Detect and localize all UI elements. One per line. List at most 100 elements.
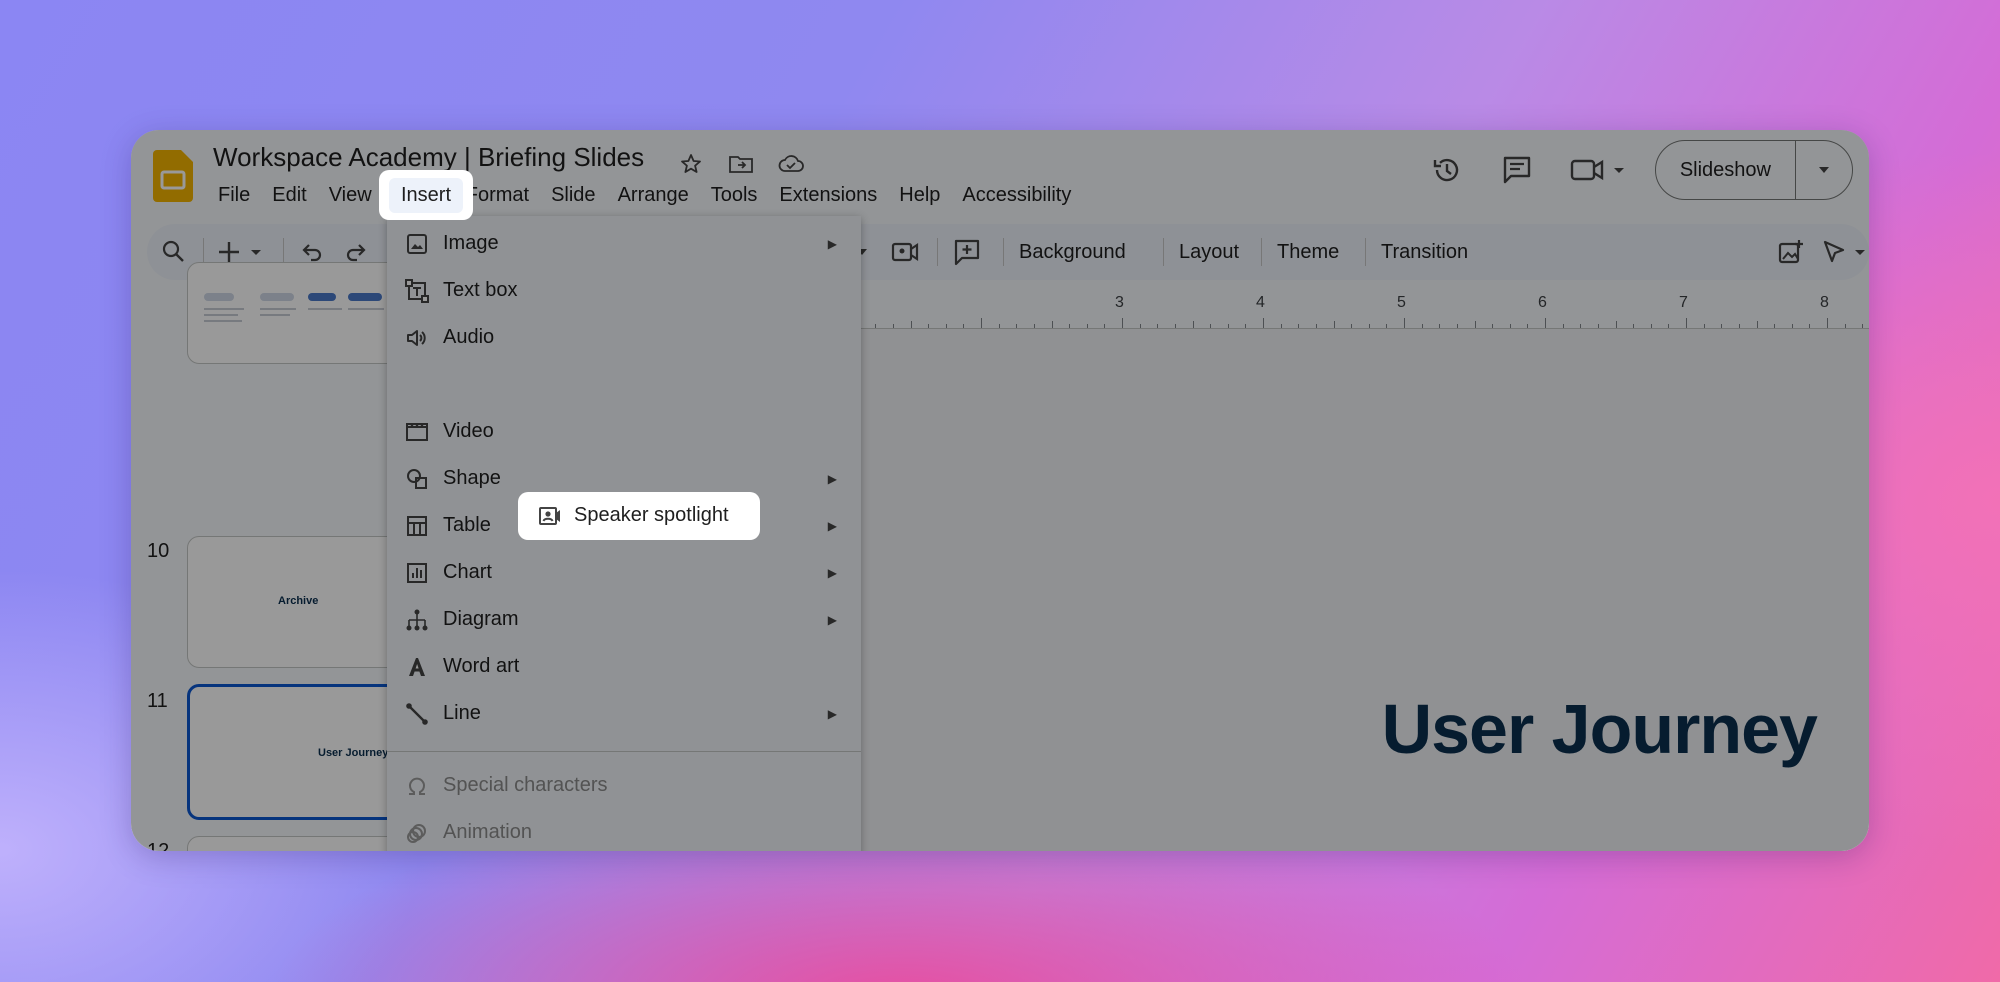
- ruler-number: 4: [1256, 294, 1265, 311]
- slide-thumbnail[interactable]: [187, 836, 399, 851]
- slide-number: 12: [147, 840, 170, 851]
- horizontal-ruler: 3 4 5 6 7 8 9: [855, 290, 1869, 329]
- ruler-tick: [1686, 318, 1687, 328]
- meet-icon[interactable]: [1563, 146, 1633, 194]
- ruler-tick: [1844, 324, 1846, 328]
- background-button[interactable]: Background: [1019, 224, 1126, 280]
- ruler-tick: [1809, 324, 1811, 328]
- slideshow-label[interactable]: Slideshow: [1656, 141, 1795, 199]
- ruler-tick: [1721, 324, 1723, 328]
- menu-arrange[interactable]: Arrange: [607, 176, 700, 215]
- ruler-tick: [1404, 318, 1405, 328]
- slide-thumbnail-archive[interactable]: Archive: [187, 536, 399, 668]
- ruler-tick: [1615, 321, 1617, 328]
- ruler-tick: [1474, 321, 1476, 328]
- ruler-tick: [1597, 324, 1599, 328]
- ruler-tick: [1051, 321, 1053, 328]
- ruler-tick: [910, 321, 912, 328]
- transition-button[interactable]: Transition: [1381, 224, 1468, 280]
- search-menus-icon[interactable]: [161, 224, 187, 280]
- slide-number: 10: [147, 540, 170, 562]
- ruler-tick: [1227, 324, 1229, 328]
- slideshow-button[interactable]: Slideshow: [1654, 140, 1853, 200]
- menu-tools[interactable]: Tools: [700, 176, 769, 215]
- ruler-number: 5: [1397, 294, 1406, 311]
- ruler-tick: [1351, 324, 1353, 328]
- ruler-tick: [1122, 318, 1123, 328]
- menu-edit[interactable]: Edit: [261, 176, 317, 215]
- ruler-tick: [963, 324, 965, 328]
- ruler-tick: [1756, 321, 1758, 328]
- slide-filmstrip: 10 Archive 11 User Journey 12: [131, 262, 403, 851]
- ruler-tick: [1668, 324, 1670, 328]
- ruler-tick: [981, 318, 982, 328]
- ruler-tick: [1527, 324, 1529, 328]
- ruler-number: 8: [1820, 294, 1829, 311]
- ruler-number: 3: [1115, 294, 1124, 311]
- ruler-tick: [1157, 324, 1159, 328]
- ruler-tick: [1650, 324, 1652, 328]
- ruler-tick: [1086, 324, 1088, 328]
- menu-view[interactable]: View: [318, 176, 383, 215]
- menu-insert-label: Insert: [388, 177, 464, 213]
- slides-window: Workspace Academy | Briefing Slides File…: [131, 130, 1869, 851]
- ruler-tick: [1827, 318, 1828, 328]
- ruler-tick: [1421, 324, 1423, 328]
- thumbnail-title: Archive: [278, 595, 319, 607]
- history-icon[interactable]: [1423, 146, 1471, 194]
- menu-insert[interactable]: Insert: [379, 170, 473, 220]
- ruler-tick: [1774, 324, 1776, 328]
- document-title[interactable]: Workspace Academy | Briefing Slides: [213, 142, 644, 173]
- ruler-tick: [1562, 324, 1564, 328]
- select-tool-icon[interactable]: [1821, 224, 1869, 280]
- slides-logo-icon[interactable]: [153, 150, 193, 202]
- ruler-tick: [1633, 324, 1635, 328]
- ruler-tick: [1174, 324, 1176, 328]
- layout-button[interactable]: Layout: [1179, 224, 1239, 280]
- ruler-tick: [1791, 324, 1793, 328]
- menu-slide[interactable]: Slide: [540, 176, 606, 215]
- ruler-tick: [892, 324, 894, 328]
- ruler-tick: [1033, 324, 1035, 328]
- slide-canvas[interactable]: User Journey: [855, 329, 1869, 851]
- ruler-tick: [1545, 318, 1546, 328]
- menu-extensions[interactable]: Extensions: [768, 176, 888, 215]
- slide-title[interactable]: User Journey: [1382, 689, 1818, 769]
- ruler-tick: [1298, 324, 1300, 328]
- ruler-tick: [1069, 324, 1071, 328]
- slide-number: 11: [147, 690, 168, 712]
- ruler-tick: [1386, 324, 1388, 328]
- ruler-tick: [1456, 324, 1458, 328]
- slideshow-dropdown-icon[interactable]: [1795, 141, 1852, 199]
- ruler-tick: [1016, 324, 1018, 328]
- menu-help[interactable]: Help: [888, 176, 951, 215]
- ruler-tick: [1315, 324, 1317, 328]
- ruler-tick: [875, 324, 877, 328]
- add-comment-icon[interactable]: [953, 224, 981, 280]
- ruler-tick: [1580, 324, 1582, 328]
- ruler-tick: [1862, 324, 1864, 328]
- ruler-tick: [1703, 324, 1705, 328]
- ruler-tick: [998, 324, 1000, 328]
- ruler-tick: [1210, 324, 1212, 328]
- ruler-number: 6: [1538, 294, 1547, 311]
- ruler-tick: [1139, 324, 1141, 328]
- slide-thumbnail[interactable]: [187, 262, 399, 364]
- ruler-tick: [1738, 324, 1740, 328]
- ruler-tick: [1192, 321, 1194, 328]
- ruler-tick: [1368, 324, 1370, 328]
- ruler-tick: [928, 324, 930, 328]
- speaker-spotlight-icon: [536, 502, 564, 530]
- ruler-tick: [1509, 324, 1511, 328]
- menu-accessibility[interactable]: Accessibility: [951, 176, 1082, 215]
- add-image-icon[interactable]: [1777, 224, 1805, 280]
- ruler-tick: [1280, 324, 1282, 328]
- menu-item-speaker-spotlight[interactable]: Speaker spotlight: [518, 492, 760, 540]
- comment-icon[interactable]: [1493, 146, 1541, 194]
- slide-thumbnail-user-journey[interactable]: User Journey: [187, 684, 403, 820]
- theme-button[interactable]: Theme: [1277, 224, 1339, 280]
- thumbnail-title: User Journey: [318, 747, 389, 759]
- menu-file[interactable]: File: [207, 176, 261, 215]
- ruler-tick: [1333, 321, 1335, 328]
- video-insert-icon[interactable]: [891, 224, 919, 280]
